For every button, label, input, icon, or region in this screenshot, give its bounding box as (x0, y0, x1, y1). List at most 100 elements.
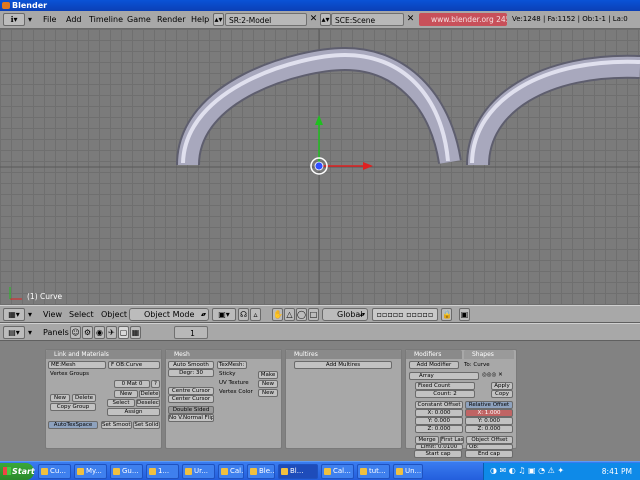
material-next-button[interactable]: ? (151, 380, 160, 388)
modifier-apply-button[interactable]: Apply (491, 382, 513, 390)
rotate-icon[interactable]: ◯ (296, 308, 307, 321)
material-deselect-button[interactable]: Deselect (136, 399, 160, 407)
constant-offset-toggle[interactable]: Constant Offset (415, 401, 463, 409)
multires-tab[interactable]: Multires (286, 350, 401, 359)
material-new-button[interactable]: New (114, 390, 138, 398)
vertex-color-new-button[interactable]: New (258, 389, 278, 397)
scale-icon[interactable]: □ (308, 308, 319, 321)
collapse-menu-icon[interactable]: ▾ (28, 13, 32, 26)
orientation-select[interactable]: Global (322, 308, 368, 321)
screen-delete-icon[interactable]: ✕ (308, 13, 319, 26)
object-name-field[interactable]: F OB:Curve (108, 361, 160, 369)
taskbar-item[interactable]: Un... (393, 464, 423, 479)
count-field[interactable]: Count: 2 (415, 390, 475, 398)
taskbar-item-active[interactable]: Bl... (278, 464, 318, 479)
blender-url-link[interactable]: www.blender.org 245 (419, 13, 507, 26)
taskbar-item[interactable]: Cal... (218, 464, 244, 479)
menu-render[interactable]: Render (157, 13, 185, 26)
relative-y-field[interactable]: Y: 0.000 (465, 417, 513, 425)
array-modifier-name[interactable]: Array (409, 372, 479, 380)
editing-context-icon[interactable]: ▢ (118, 326, 129, 339)
material-assign-button[interactable]: Assign (107, 408, 160, 416)
relative-offset-toggle[interactable]: Relative Offset (465, 401, 513, 409)
view-collapse-icon[interactable]: ▾ (28, 308, 32, 321)
pivot-icon[interactable]: ☊ (238, 308, 249, 321)
autotexspace-toggle[interactable]: AutoTexSpace (48, 421, 98, 429)
taskbar-item[interactable]: Gu... (110, 464, 143, 479)
taskbar-item[interactable]: Cu... (38, 464, 71, 479)
view-editor-type-button[interactable]: ▦▾ (3, 308, 25, 321)
layer-buttons[interactable]: ▫▫▫▫▫ ▫▫▫▫▫ (372, 308, 438, 321)
taskbar-item[interactable]: 1... (146, 464, 179, 479)
render-preview-icon[interactable]: ▣ (459, 308, 470, 321)
scene-field[interactable]: SCE:Scene (331, 13, 404, 26)
taskbar-item[interactable]: My... (74, 464, 107, 479)
mesh-tab[interactable]: Mesh (166, 350, 281, 359)
center-cursor-button[interactable]: Center Cursor (168, 395, 214, 403)
object-context-icon[interactable]: ✈ (106, 326, 117, 339)
editor-type-button[interactable]: ℹ▾ (3, 13, 25, 26)
object-offset-toggle[interactable]: Object Offset (466, 436, 513, 444)
menu-help[interactable]: Help (191, 13, 209, 26)
set-smooth-button[interactable]: Set Smooth (101, 421, 132, 429)
start-cap-field[interactable]: Start cap (414, 450, 462, 458)
frame-field[interactable]: 1 (174, 326, 208, 339)
first-last-toggle[interactable]: First Last (440, 436, 464, 444)
texmesh-field[interactable]: TexMesh: (217, 361, 247, 369)
add-modifier-button[interactable]: Add Modifier (409, 361, 459, 369)
material-select-button[interactable]: Select (107, 399, 135, 407)
uv-texture-new-button[interactable]: New (258, 380, 278, 388)
merge-toggle[interactable]: Merge (415, 436, 439, 444)
menu-game[interactable]: Game (127, 13, 151, 26)
buttons-collapse-icon[interactable]: ▾ (28, 326, 32, 339)
set-solid-button[interactable]: Set Solid (133, 421, 160, 429)
shading-context-icon[interactable]: ◉ (94, 326, 105, 339)
constant-x-field[interactable]: X: 0.000 (415, 409, 463, 417)
no-vnormal-flip-toggle[interactable]: No V.Normal Flip (168, 414, 214, 422)
taskbar-item[interactable]: Ble... (247, 464, 275, 479)
shapes-tab[interactable]: Shapes (464, 350, 514, 359)
constant-z-field[interactable]: Z: 0.000 (415, 425, 463, 433)
fit-type-select[interactable]: Fixed Count (415, 382, 475, 390)
logic-context-icon[interactable]: ☺ (70, 326, 81, 339)
relative-z-field[interactable]: Z: 0.000 (465, 425, 513, 433)
taskbar-item[interactable]: Cal... (321, 464, 354, 479)
screen-field[interactable]: SR:2-Model (225, 13, 307, 26)
double-sided-toggle[interactable]: Double Sided (168, 406, 214, 414)
script-context-icon[interactable]: ⚙ (82, 326, 93, 339)
end-cap-field[interactable]: End cap (465, 450, 513, 458)
material-index-field[interactable]: 0 Mat 0 (114, 380, 150, 388)
add-multires-button[interactable]: Add Multires (294, 361, 392, 369)
relative-x-field[interactable]: X: 1.000 (465, 409, 513, 417)
draw-type-button[interactable]: ▣▾ (212, 308, 236, 321)
lock-icon[interactable]: 🔒 (441, 308, 452, 321)
material-delete-button[interactable]: Delete (139, 390, 160, 398)
sticky-make-button[interactable]: Make (258, 371, 278, 379)
modifiers-tab[interactable]: Modifiers (406, 350, 462, 359)
menu-timeline[interactable]: Timeline (89, 13, 123, 26)
menu-file[interactable]: File (43, 13, 56, 26)
tray-icons[interactable]: ◑ ✉ ◐ ♫ ▣ ◔ ⚠ ✦ (490, 466, 564, 475)
3d-viewport[interactable]: (1) Curve (0, 29, 640, 305)
transform-manipulator[interactable] (310, 115, 373, 175)
menu-object[interactable]: Object (101, 308, 127, 321)
degr-field[interactable]: Degr: 30 (168, 369, 214, 377)
start-button[interactable]: Start (0, 463, 35, 480)
curve-pipe-left[interactable] (176, 46, 462, 166)
centre-cursor-button[interactable]: Centre Cursor (168, 387, 214, 395)
modifier-toggle-icons[interactable]: ◎◎◎ ✕ (482, 372, 503, 379)
vgroup-delete-button[interactable]: Delete (72, 394, 96, 402)
mesh-datablock-field[interactable]: ME:Mesh (48, 361, 106, 369)
buttons-editor-type-button[interactable]: ▤▾ (3, 326, 25, 339)
snap-icon[interactable]: ▵ (250, 308, 261, 321)
scene-delete-icon[interactable]: ✕ (405, 13, 416, 26)
menu-select[interactable]: Select (69, 308, 94, 321)
menu-add[interactable]: Add (66, 13, 82, 26)
menu-view[interactable]: View (43, 308, 62, 321)
auto-smooth-toggle[interactable]: Auto Smooth (168, 361, 214, 369)
taskbar-item[interactable]: tut... (357, 464, 390, 479)
taskbar-item[interactable]: Ur... (182, 464, 215, 479)
curve-pipe-right[interactable] (466, 54, 640, 166)
mode-select[interactable]: Object Mode (129, 308, 209, 321)
translate-icon[interactable]: △ (284, 308, 295, 321)
